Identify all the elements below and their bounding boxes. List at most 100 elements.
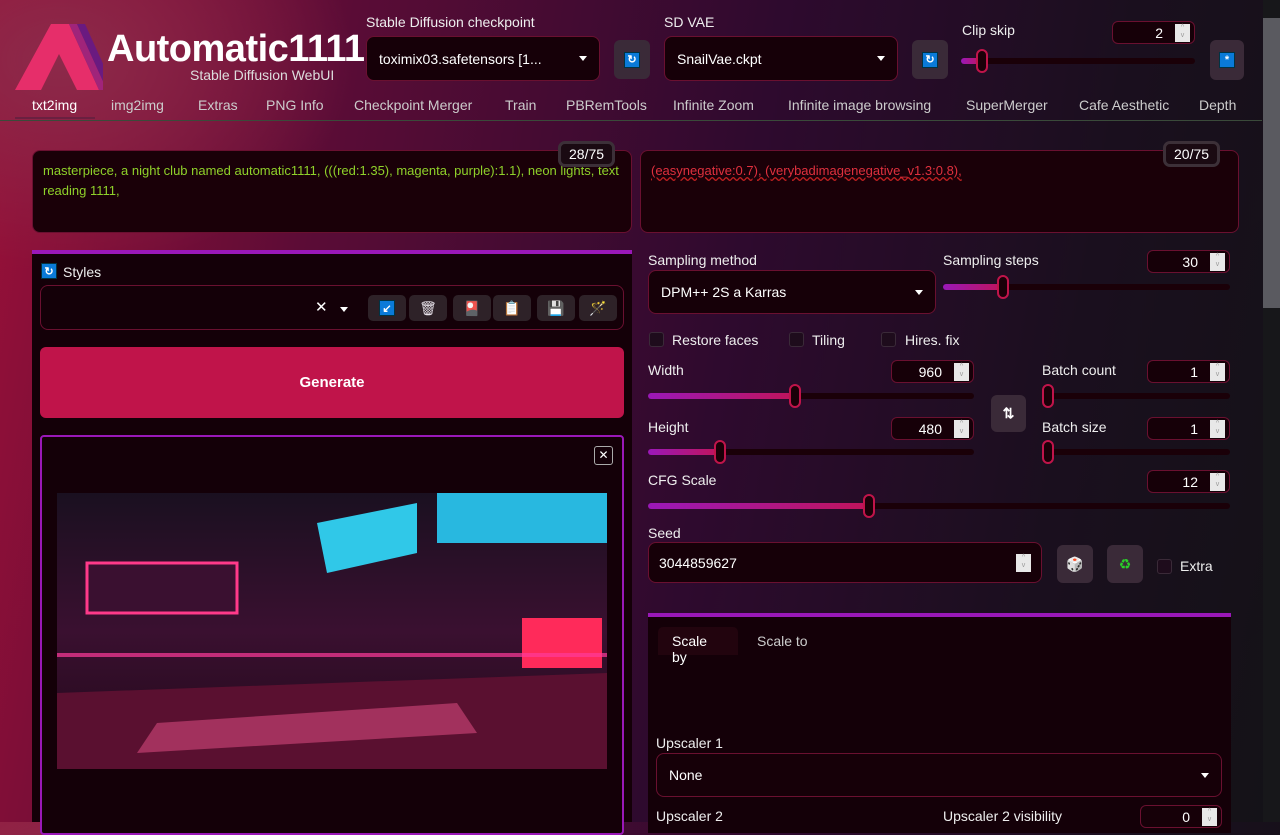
slider-thumb[interactable] <box>863 494 876 518</box>
save-style-button[interactable]: 💾 <box>537 295 575 321</box>
spinner-icon[interactable]: ^v <box>1210 472 1225 491</box>
tab-scale-by[interactable]: Scale by <box>658 627 738 665</box>
clip-skip-input[interactable]: 2 ^ v <box>1112 21 1195 44</box>
spinner-icon[interactable]: ^v <box>1175 23 1190 42</box>
checkpoint-value: toximix03.safetensors [1... <box>379 50 542 67</box>
tab-img2img[interactable]: img2img <box>111 97 164 113</box>
spinner-icon[interactable]: ^v <box>1210 252 1225 271</box>
apply-settings-button[interactable]: * <box>1210 40 1244 80</box>
cfg-scale-label: CFG Scale <box>648 472 717 488</box>
batch-size-input[interactable]: 1 ^ v <box>1147 417 1230 440</box>
spinner-icon[interactable]: ^v <box>1202 807 1217 826</box>
width-input[interactable]: 960 ^ v <box>891 360 974 383</box>
refresh-vae-button[interactable]: ↻ <box>912 40 948 79</box>
spinner-icon[interactable]: ^v <box>1016 553 1031 572</box>
prompt-textarea[interactable]: masterpiece, a night club named automati… <box>32 150 632 233</box>
floppy-disk-icon: 💾 <box>547 299 565 316</box>
width-slider[interactable] <box>648 384 974 408</box>
scrollbar-thumb[interactable] <box>1263 18 1280 308</box>
star-icon: * <box>1219 52 1235 68</box>
chevron-down-icon[interactable] <box>340 307 348 312</box>
batch-size-value: 1 <box>1190 420 1198 437</box>
scrollbar[interactable] <box>1263 0 1280 822</box>
slider-thumb[interactable] <box>1041 440 1054 464</box>
refresh-checkpoint-button[interactable]: ↻ <box>614 40 650 79</box>
cfg-scale-input[interactable]: 12 ^ v <box>1147 470 1230 493</box>
slider-thumb[interactable] <box>997 275 1010 299</box>
batch-count-slider[interactable] <box>1041 384 1230 408</box>
tab-cafe-aesthetic[interactable]: Cafe Aesthetic <box>1079 97 1169 113</box>
hires-fix-checkbox[interactable] <box>881 332 896 347</box>
cfg-scale-slider[interactable] <box>648 494 1230 518</box>
tab-train[interactable]: Train <box>505 97 536 113</box>
vae-value: SnailVae.ckpt <box>677 50 762 67</box>
chevron-down-icon <box>915 289 923 295</box>
sampling-method-dropdown[interactable]: DPM++ 2S a Karras <box>648 270 936 314</box>
height-slider[interactable] <box>648 440 974 464</box>
restore-faces-checkbox[interactable] <box>649 332 664 347</box>
arrow-icon: ↙ <box>379 300 395 316</box>
tab-scale-to[interactable]: Scale to <box>757 633 808 649</box>
slider-thumb[interactable] <box>788 384 801 408</box>
brand-title: Automatic1111 <box>107 28 365 70</box>
styles-refresh-button[interactable]: ↻ <box>41 263 57 279</box>
close-icon[interactable]: ✕ <box>594 446 613 465</box>
sampling-steps-slider[interactable] <box>943 275 1230 299</box>
clip-skip-label: Clip skip <box>962 22 1015 38</box>
tab-infinite-zoom[interactable]: Infinite Zoom <box>673 97 754 113</box>
clip-skip-slider[interactable] <box>961 49 1195 73</box>
sampling-method-value: DPM++ 2S a Karras <box>661 284 787 300</box>
tab-infinite-image-browsing[interactable]: Infinite image browsing <box>788 97 931 113</box>
batch-size-slider[interactable] <box>1041 440 1230 464</box>
tiling-checkbox[interactable] <box>789 332 804 347</box>
vae-dropdown[interactable]: SnailVae.ckpt <box>664 36 898 81</box>
magic-button[interactable]: 🪄 <box>579 295 617 321</box>
tab-checkpoint-merger[interactable]: Checkpoint Merger <box>354 97 472 113</box>
generated-image[interactable] <box>57 493 607 769</box>
prompt-token-counter: 28/75 <box>558 141 616 167</box>
height-label: Height <box>648 419 689 435</box>
hires-fix-label: Hires. fix <box>905 332 960 348</box>
extra-checkbox[interactable] <box>1157 559 1172 574</box>
spinner-icon[interactable]: ^v <box>1210 362 1225 381</box>
upscaler2-visibility-input[interactable]: 0 ^ v <box>1140 805 1222 828</box>
sampling-steps-input[interactable]: 30 ^ v <box>1147 250 1230 273</box>
random-seed-button[interactable]: 🎲 <box>1057 545 1093 583</box>
refresh-icon: ↻ <box>922 51 938 68</box>
spinner-icon[interactable]: ^v <box>1210 419 1225 438</box>
generate-button[interactable]: Generate <box>40 347 624 418</box>
swap-arrows-icon: ⇅ <box>1002 405 1015 421</box>
slider-thumb[interactable] <box>1041 384 1054 408</box>
seed-label: Seed <box>648 525 681 541</box>
checkpoint-dropdown[interactable]: toximix03.safetensors [1... <box>366 36 600 81</box>
negative-token-counter: 20/75 <box>1163 141 1221 167</box>
tab-png-info[interactable]: PNG Info <box>266 97 324 113</box>
swap-dimensions-button[interactable]: ⇅ <box>991 395 1026 432</box>
slider-thumb[interactable] <box>713 440 726 464</box>
paste-button[interactable]: 📋 <box>493 295 531 321</box>
spinner-icon[interactable]: ^v <box>954 362 969 381</box>
spinner-icon[interactable]: ^v <box>954 419 969 438</box>
tab-depth[interactable]: Depth <box>1199 97 1236 113</box>
upscaler2-visibility-value: 0 <box>1182 808 1190 825</box>
trash-icon: 🗑 <box>419 299 437 316</box>
clear-icon[interactable]: ✕ <box>315 298 328 316</box>
apply-style-button[interactable]: ↙ <box>368 295 406 321</box>
width-label: Width <box>648 362 684 378</box>
tab-extras[interactable]: Extras <box>198 97 238 113</box>
tab-supermerger[interactable]: SuperMerger <box>966 97 1048 113</box>
clear-prompt-button[interactable]: 🗑 <box>409 295 447 321</box>
upscaler1-dropdown[interactable]: None <box>656 753 1222 797</box>
picture-card-icon: 🎴 <box>463 299 481 316</box>
negative-prompt-textarea[interactable]: (easynegative:0.7), (verybadimagenegativ… <box>640 150 1239 233</box>
extra-networks-button[interactable]: 🎴 <box>453 295 491 321</box>
tiling-label: Tiling <box>812 332 845 348</box>
tab-pbremtools[interactable]: PBRemTools <box>566 97 647 113</box>
height-input[interactable]: 480 ^ v <box>891 417 974 440</box>
slider-thumb[interactable] <box>976 49 989 73</box>
seed-input[interactable]: 3044859627 ^ v <box>648 542 1042 583</box>
reuse-seed-button[interactable]: ♻ <box>1107 545 1143 583</box>
extra-label: Extra <box>1180 558 1213 574</box>
tab-txt2img[interactable]: txt2img <box>32 97 77 113</box>
batch-count-input[interactable]: 1 ^ v <box>1147 360 1230 383</box>
